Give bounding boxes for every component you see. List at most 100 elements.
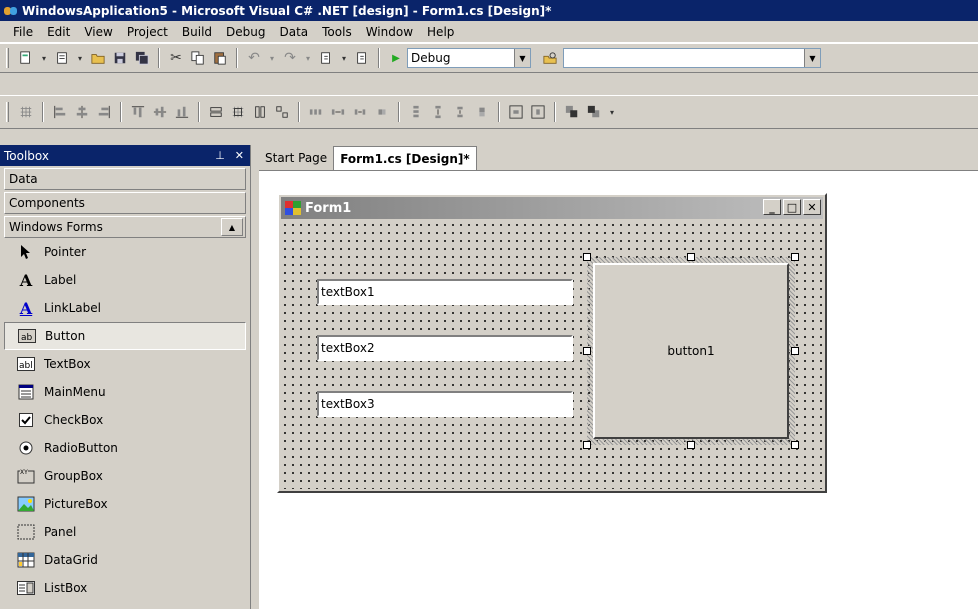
form1-window[interactable]: Form1 _ □ ✕ textBox1 textBox2 textBox3 b… — [277, 193, 827, 493]
paste-icon[interactable] — [209, 47, 231, 69]
send-to-back-icon[interactable] — [583, 101, 605, 123]
resize-handle-n[interactable] — [687, 253, 695, 261]
align-lefts-icon[interactable] — [49, 101, 71, 123]
navigate-backward-icon[interactable] — [315, 47, 337, 69]
tool-textbox[interactable]: abl TextBox — [4, 350, 246, 378]
toolbar-grip[interactable] — [6, 102, 9, 122]
make-same-size-icon[interactable] — [271, 101, 293, 123]
close-icon[interactable]: ✕ — [803, 199, 821, 215]
menu-tools[interactable]: Tools — [315, 25, 359, 39]
copy-icon[interactable] — [187, 47, 209, 69]
h-spacing-remove-icon[interactable] — [371, 101, 393, 123]
new-project-icon[interactable] — [15, 47, 37, 69]
tool-mainmenu[interactable]: MainMenu — [4, 378, 246, 406]
tool-pointer[interactable]: Pointer — [4, 238, 246, 266]
undo-dropdown-icon[interactable]: ▾ — [265, 47, 279, 69]
maximize-icon[interactable]: □ — [783, 199, 801, 215]
toolbox-tab-data[interactable]: Data — [4, 168, 246, 190]
toolbar-grip[interactable] — [6, 48, 9, 68]
find-in-files-icon[interactable] — [539, 47, 561, 69]
tool-groupbox[interactable]: XY GroupBox — [4, 462, 246, 490]
resize-handle-se[interactable] — [791, 441, 799, 449]
align-bottoms-icon[interactable] — [171, 101, 193, 123]
tool-radiobutton[interactable]: RadioButton — [4, 434, 246, 462]
textbox3[interactable]: textBox3 — [317, 391, 573, 417]
navigate-forward-icon[interactable] — [351, 47, 373, 69]
v-spacing-increase-icon[interactable] — [427, 101, 449, 123]
toolbar-overflow-icon[interactable]: ▾ — [605, 101, 619, 123]
h-spacing-decrease-icon[interactable] — [349, 101, 371, 123]
redo-dropdown-icon[interactable]: ▾ — [301, 47, 315, 69]
form1-client-area[interactable]: textBox1 textBox2 textBox3 button1 — [281, 221, 823, 489]
align-rights-icon[interactable] — [93, 101, 115, 123]
resize-handle-s[interactable] — [687, 441, 695, 449]
menu-project[interactable]: Project — [120, 25, 175, 39]
make-same-height-icon[interactable] — [249, 101, 271, 123]
tool-datagrid[interactable]: DataGrid — [4, 546, 246, 574]
h-spacing-increase-icon[interactable] — [327, 101, 349, 123]
v-spacing-decrease-icon[interactable] — [449, 101, 471, 123]
resize-handle-w[interactable] — [583, 347, 591, 355]
menu-view[interactable]: View — [77, 25, 119, 39]
tool-button[interactable]: ab Button — [4, 322, 246, 350]
start-icon[interactable]: ▶ — [385, 47, 407, 69]
menu-edit[interactable]: Edit — [40, 25, 77, 39]
resize-handle-nw[interactable] — [583, 253, 591, 261]
v-spacing-remove-icon[interactable] — [471, 101, 493, 123]
toolbox-tab-windows-forms[interactable]: Windows Forms ▲ — [4, 216, 246, 238]
center-horizontally-icon[interactable] — [505, 101, 527, 123]
resize-handle-sw[interactable] — [583, 441, 591, 449]
navigate-backward-dropdown-icon[interactable]: ▾ — [337, 47, 351, 69]
save-icon[interactable] — [109, 47, 131, 69]
tab-form1-design[interactable]: Form1.cs [Design]* — [333, 146, 477, 170]
designer-surface[interactable]: Form1 _ □ ✕ textBox1 textBox2 textBox3 b… — [259, 171, 978, 609]
tool-listbox[interactable]: ListBox — [4, 574, 246, 602]
menu-build[interactable]: Build — [175, 25, 219, 39]
toolbox-tab-components[interactable]: Components — [4, 192, 246, 214]
v-spacing-equal-icon[interactable] — [405, 101, 427, 123]
new-project-dropdown-icon[interactable]: ▾ — [37, 47, 51, 69]
open-folder-icon[interactable] — [87, 47, 109, 69]
make-same-width-icon[interactable] — [205, 101, 227, 123]
button1[interactable]: button1 — [593, 263, 789, 439]
close-icon[interactable]: ✕ — [235, 149, 244, 162]
menu-window[interactable]: Window — [359, 25, 420, 39]
textbox1[interactable]: textBox1 — [317, 279, 573, 305]
add-item-dropdown-icon[interactable]: ▾ — [73, 47, 87, 69]
undo-icon[interactable]: ↶ — [243, 47, 265, 69]
form1-titlebar[interactable]: Form1 _ □ ✕ — [281, 197, 823, 219]
menu-data[interactable]: Data — [272, 25, 315, 39]
bring-to-front-icon[interactable] — [561, 101, 583, 123]
tool-checkbox[interactable]: CheckBox — [4, 406, 246, 434]
menu-debug[interactable]: Debug — [219, 25, 272, 39]
menu-file[interactable]: File — [6, 25, 40, 39]
tool-label[interactable]: A Label — [4, 266, 246, 294]
chevron-down-icon[interactable]: ▼ — [514, 49, 530, 67]
size-to-grid-icon[interactable] — [227, 101, 249, 123]
chevron-down-icon[interactable]: ▼ — [804, 49, 820, 67]
h-spacing-equal-icon[interactable] — [305, 101, 327, 123]
find-combo[interactable]: ▼ — [563, 48, 821, 68]
tool-linklabel[interactable]: A LinkLabel — [4, 294, 246, 322]
cut-icon[interactable]: ✂ — [165, 47, 187, 69]
tab-start-page[interactable]: Start Page — [259, 146, 333, 170]
align-centers-icon[interactable] — [71, 101, 93, 123]
scroll-up-icon[interactable]: ▲ — [221, 218, 243, 236]
resize-handle-ne[interactable] — [791, 253, 799, 261]
center-vertically-icon[interactable] — [527, 101, 549, 123]
tool-picturebox[interactable]: PictureBox — [4, 490, 246, 518]
menu-help[interactable]: Help — [420, 25, 461, 39]
add-item-icon[interactable] — [51, 47, 73, 69]
save-all-icon[interactable] — [131, 47, 153, 69]
textbox2[interactable]: textBox2 — [317, 335, 573, 361]
tool-panel[interactable]: Panel — [4, 518, 246, 546]
panel-icon — [16, 523, 36, 541]
align-middles-icon[interactable] — [149, 101, 171, 123]
pin-icon[interactable]: ⊥ — [215, 149, 225, 162]
align-tops-icon[interactable] — [127, 101, 149, 123]
align-to-grid-icon[interactable] — [15, 101, 37, 123]
minimize-icon[interactable]: _ — [763, 199, 781, 215]
resize-handle-e[interactable] — [791, 347, 799, 355]
redo-icon[interactable]: ↷ — [279, 47, 301, 69]
solution-config-combo[interactable]: Debug ▼ — [407, 48, 531, 68]
